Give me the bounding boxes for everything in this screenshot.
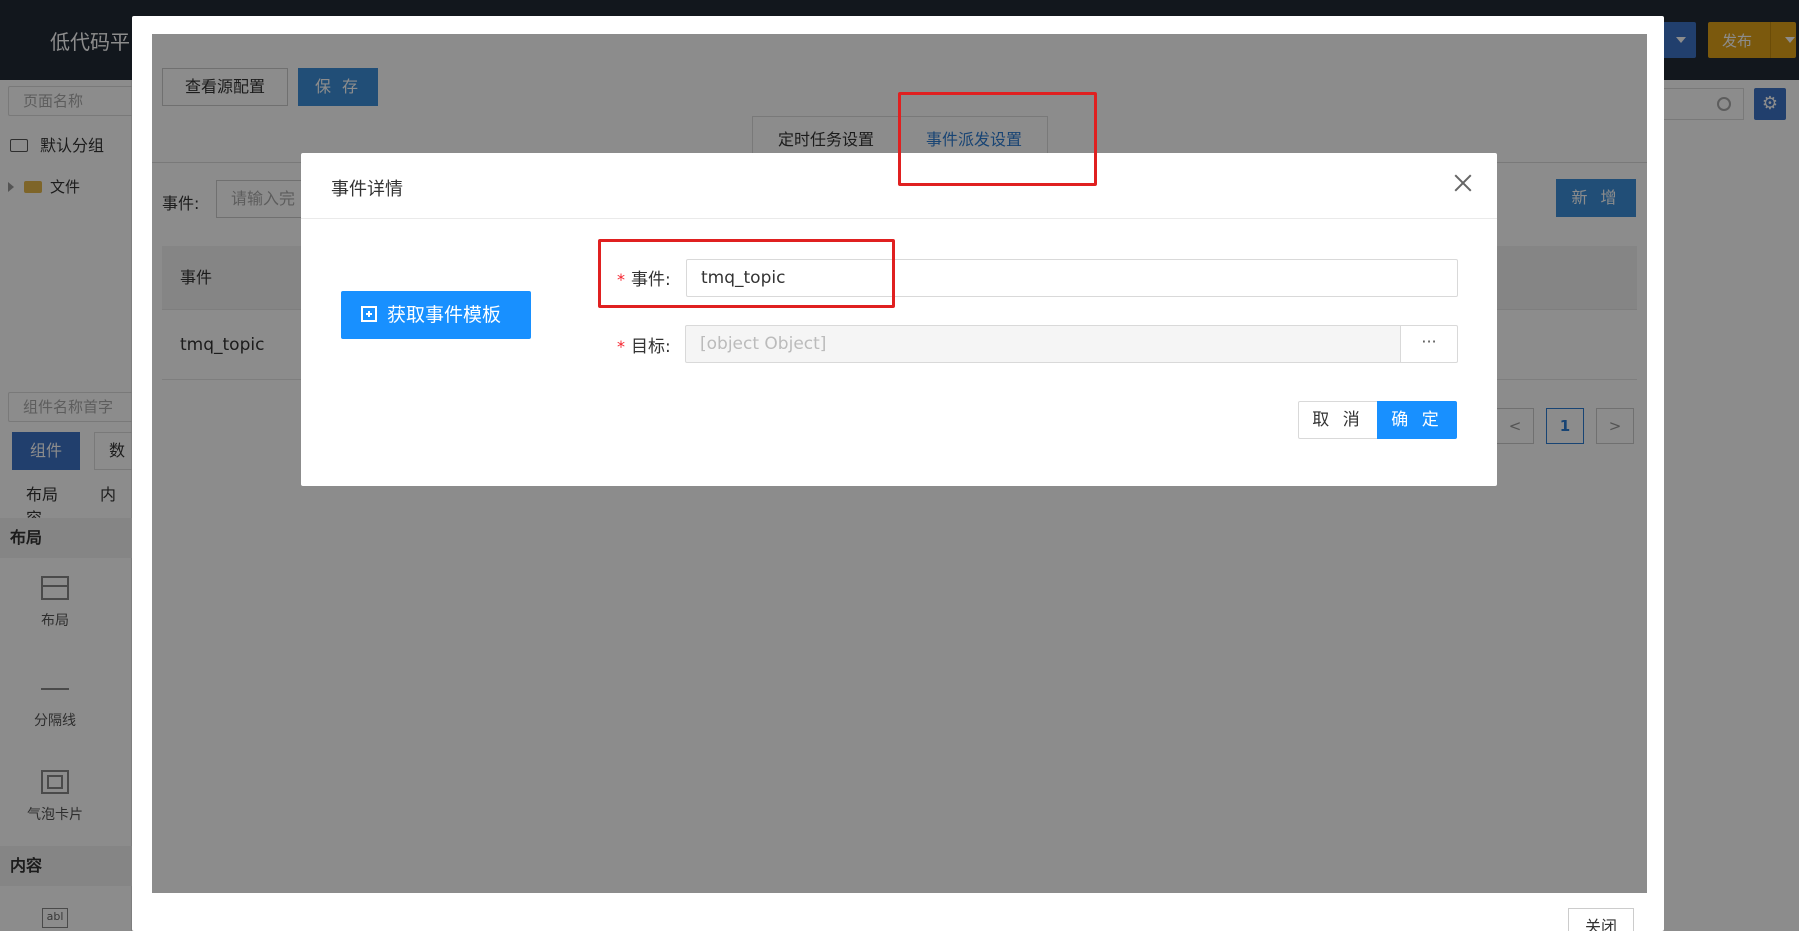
plus-square-icon bbox=[361, 306, 377, 322]
dialog-title: 事件详情 bbox=[331, 179, 403, 200]
close-icon[interactable] bbox=[1451, 171, 1475, 195]
dialog-header: 事件详情 bbox=[301, 153, 1497, 219]
target-field[interactable]: [object Object] bbox=[685, 325, 1401, 363]
template-button-label: 获取事件模板 bbox=[387, 304, 502, 326]
event-label-text: 事件: bbox=[631, 270, 671, 290]
cancel-button[interactable]: 取 消 bbox=[1298, 401, 1378, 439]
close-button[interactable]: 关闭 bbox=[1568, 908, 1634, 931]
get-event-template-button[interactable]: 获取事件模板 bbox=[341, 291, 531, 339]
target-label-text: 目标: bbox=[631, 337, 671, 357]
target-field-label: * 目标: bbox=[617, 332, 671, 357]
required-mark: * bbox=[617, 337, 625, 356]
confirm-button[interactable]: 确 定 bbox=[1377, 401, 1457, 439]
required-mark: * bbox=[617, 270, 625, 289]
event-field-label: * 事件: bbox=[617, 265, 671, 290]
event-field[interactable]: tmq_topic bbox=[686, 259, 1458, 297]
target-picker-button[interactable]: ··· bbox=[1400, 325, 1458, 363]
